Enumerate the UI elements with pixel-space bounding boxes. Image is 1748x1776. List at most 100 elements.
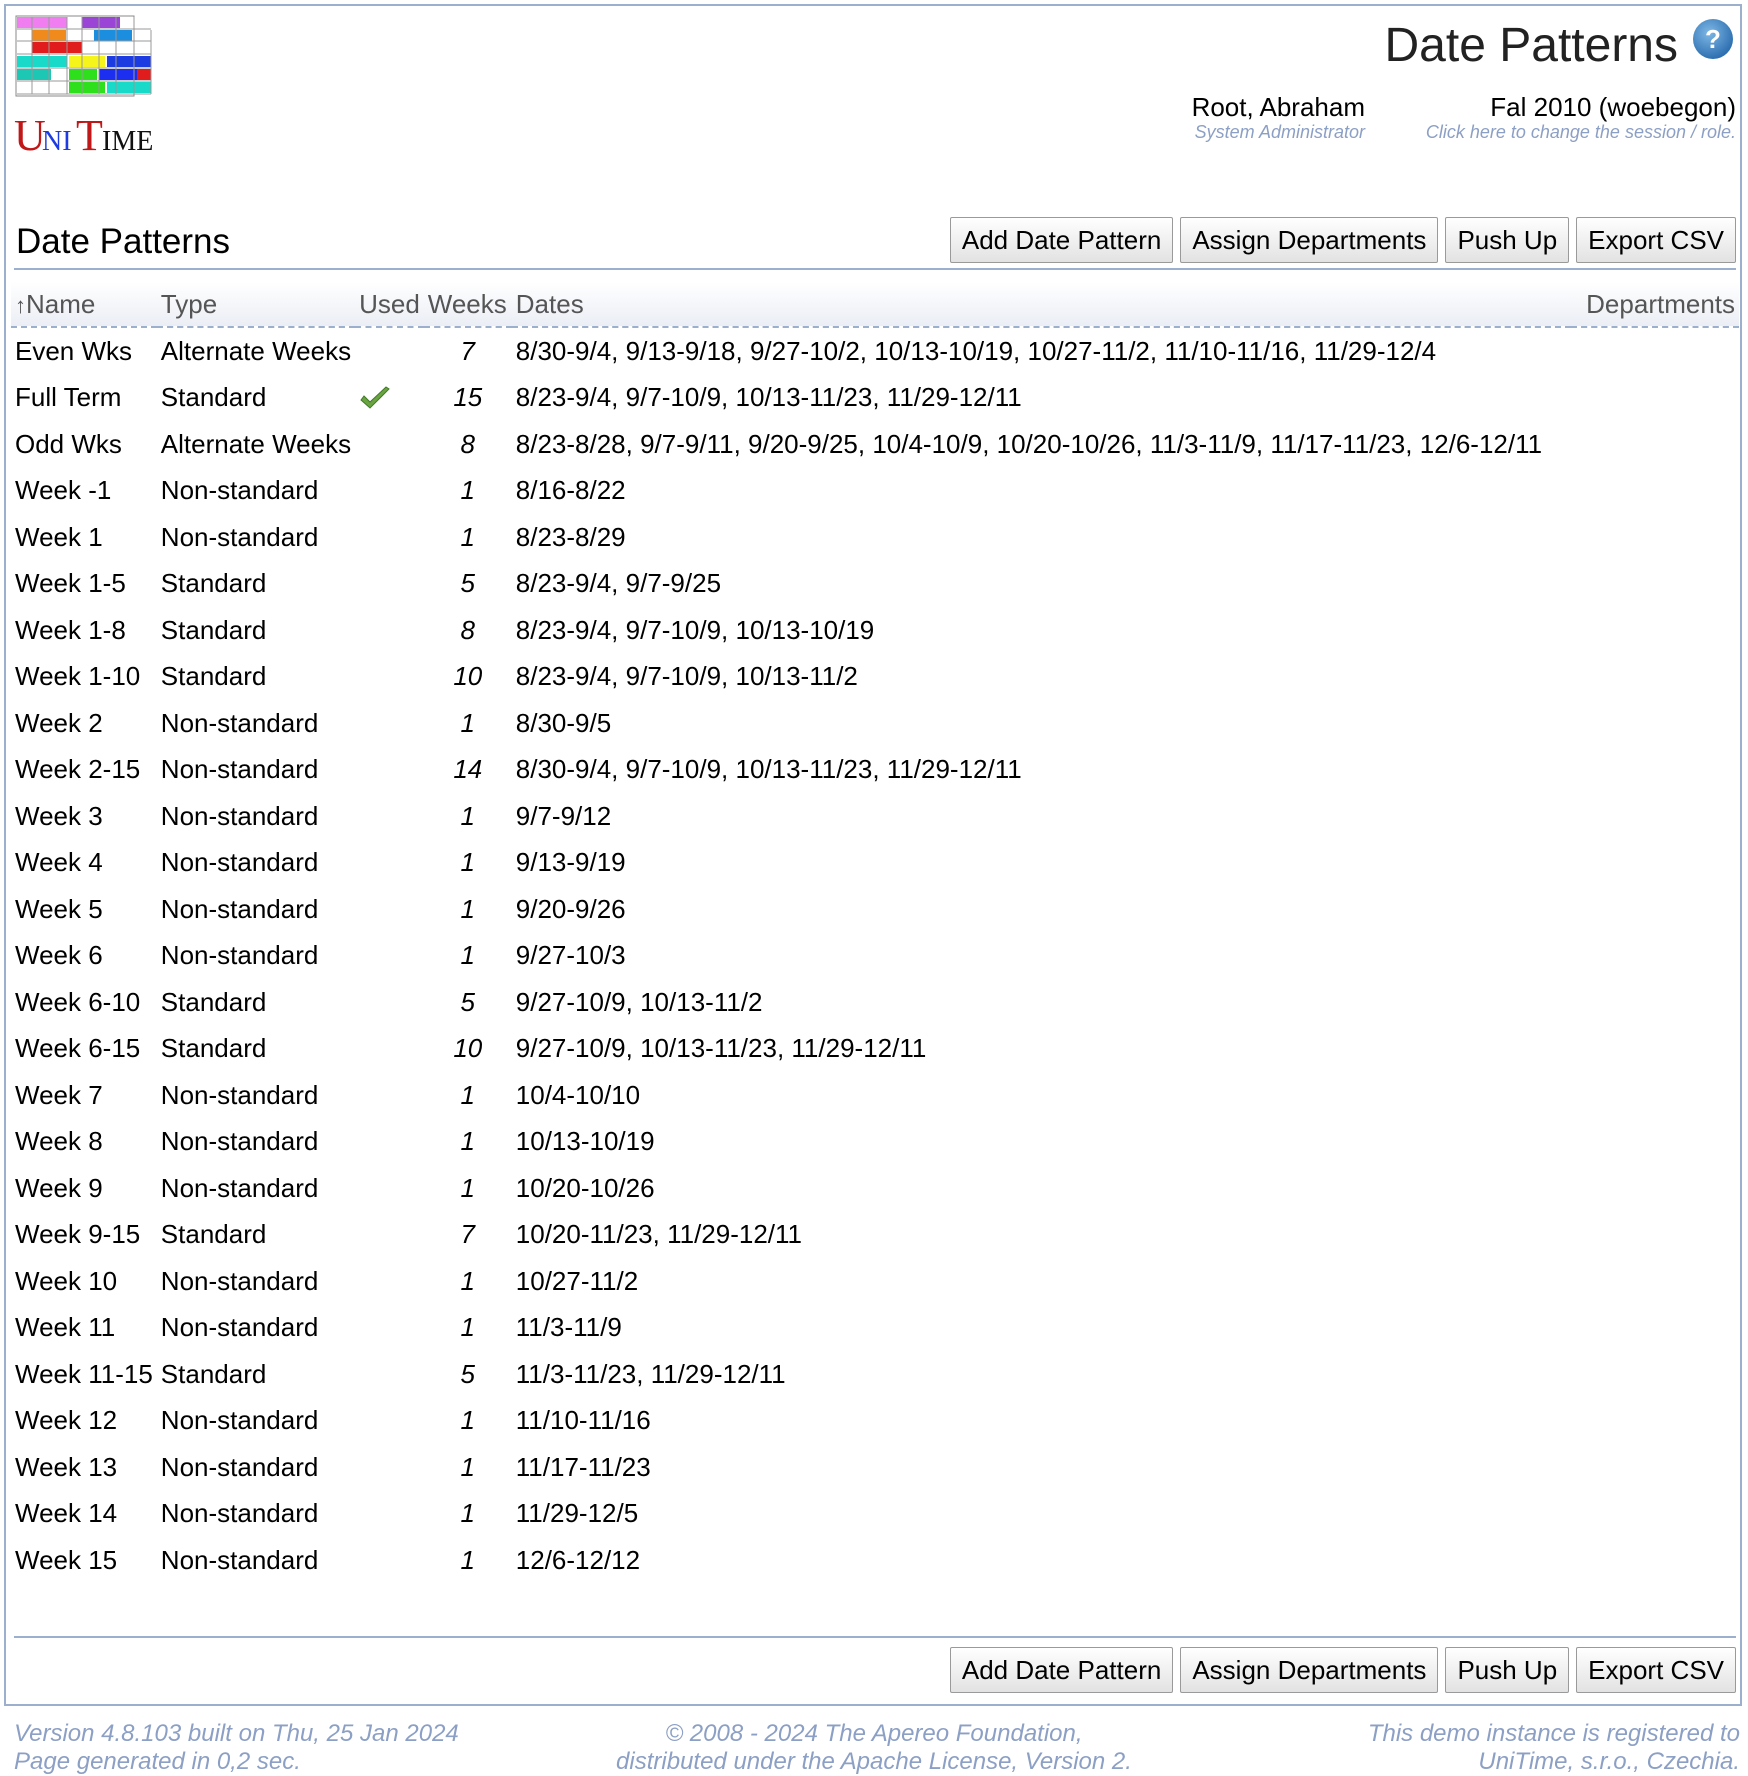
cell-name: Week 14 xyxy=(15,1498,118,1529)
table-row[interactable]: Full Term Standard 15 8/23-9/4, 9/7-10/9, 1… xyxy=(11,375,1739,422)
table-row[interactable]: Week 9-15 Standard 7 10/20-11/23, 11/29-12/… xyxy=(11,1212,1739,1259)
cell-used xyxy=(355,654,424,701)
footer-registration[interactable]: This demo instance is registered to UniT… xyxy=(1368,1720,1740,1776)
cell-weeks: 8 xyxy=(460,428,476,459)
cell-weeks: 1 xyxy=(460,940,476,971)
table-row[interactable]: Week 1 Non-standard 1 8/23-8/29 xyxy=(11,514,1739,561)
cell-type: Standard xyxy=(160,661,267,692)
cell-weeks: 1 xyxy=(460,1498,476,1529)
table-row[interactable]: Week 13 Non-standard 1 11/17-11/23 xyxy=(11,1444,1739,1491)
unitime-logo[interactable]: U NI T IME xyxy=(14,14,176,174)
logo-grid-icon: U NI T IME xyxy=(14,15,153,160)
page-title: Date Patterns xyxy=(1384,19,1678,72)
add-date-pattern-button[interactable]: Add Date Pattern xyxy=(949,217,1174,263)
table-row[interactable]: Week 5 Non-standard 1 9/20-9/26 xyxy=(11,886,1739,933)
table-row[interactable]: Even Wks Alternate Weeks 7 8/30-9/4, 9/13-9… xyxy=(11,327,1739,375)
cell-departments xyxy=(1571,1444,1739,1491)
cell-departments xyxy=(1571,1351,1739,1398)
table-row[interactable]: Week 11 Non-standard 1 11/3-11/9 xyxy=(11,1305,1739,1352)
user-info[interactable]: Root, Abraham System Administrator xyxy=(1192,92,1365,142)
help-icon[interactable]: ? xyxy=(1692,18,1734,60)
cell-name: Week 4 xyxy=(15,847,103,878)
export-csv-button[interactable]: Export CSV xyxy=(1576,217,1736,263)
cell-weeks: 15 xyxy=(453,382,483,413)
session-hint[interactable]: Click here to change the session / role. xyxy=(1426,122,1736,142)
table-row[interactable]: Week 8 Non-standard 1 10/13-10/19 xyxy=(11,1119,1739,1166)
cell-name: Week 2 xyxy=(15,707,103,738)
add-date-pattern-button[interactable]: Add Date Pattern xyxy=(949,1647,1174,1693)
cell-dates: 11/3-11/23, 11/29-12/11 xyxy=(515,1358,786,1389)
cell-departments xyxy=(1571,654,1739,701)
table-row[interactable]: Week 1-8 Standard 8 8/23-9/4, 9/7-10/9, 10/… xyxy=(11,607,1739,654)
table-row[interactable]: Week -1 Non-standard 1 8/16-8/22 xyxy=(11,468,1739,515)
cell-weeks: 1 xyxy=(460,475,476,506)
cell-name: Even Wks xyxy=(15,335,133,366)
table-row[interactable]: Week 10 Non-standard 1 10/27-11/2 xyxy=(11,1258,1739,1305)
cell-weeks: 1 xyxy=(460,521,476,552)
cell-name: Week 6-10 xyxy=(15,986,141,1017)
table-row[interactable]: Week 2-15 Non-standard 14 8/30-9/4, 9/7-10/… xyxy=(11,747,1739,794)
table-row[interactable]: Week 15 Non-standard 1 12/6-12/12 xyxy=(11,1537,1739,1584)
push-up-button[interactable]: Push Up xyxy=(1445,217,1570,263)
cell-departments xyxy=(1571,1305,1739,1352)
session-info[interactable]: Fal 2010 (woebegon) Click here to change… xyxy=(1426,92,1736,142)
column-header-weeks[interactable]: Weeks xyxy=(423,282,512,328)
assign-departments-button[interactable]: Assign Departments xyxy=(1180,217,1439,263)
cell-type: Standard xyxy=(160,382,267,413)
cell-type: Standard xyxy=(160,1219,267,1250)
cell-weeks: 1 xyxy=(460,1451,476,1482)
column-header-used[interactable]: Used xyxy=(355,282,424,328)
column-header-type[interactable]: Type xyxy=(156,282,356,328)
table-row[interactable]: Week 6-15 Standard 10 9/27-10/9, 10/13-11/2… xyxy=(11,1026,1739,1073)
cell-weeks: 1 xyxy=(460,1265,476,1296)
table-row[interactable]: Week 14 Non-standard 1 11/29-12/5 xyxy=(11,1491,1739,1538)
cell-weeks: 1 xyxy=(460,1172,476,1203)
table-row[interactable]: Week 2 Non-standard 1 8/30-9/5 xyxy=(11,700,1739,747)
cell-departments xyxy=(1571,1212,1739,1259)
push-up-button[interactable]: Push Up xyxy=(1445,1647,1570,1693)
cell-departments xyxy=(1571,979,1739,1026)
table-row[interactable]: Week 4 Non-standard 1 9/13-9/19 xyxy=(11,840,1739,887)
cell-dates: 10/20-10/26 xyxy=(515,1172,655,1203)
cell-departments xyxy=(1571,375,1739,422)
table-row[interactable]: Week 6-10 Standard 5 9/27-10/9, 10/13-11/2 xyxy=(11,979,1739,1026)
table-row[interactable]: Week 6 Non-standard 1 9/27-10/3 xyxy=(11,933,1739,980)
session-name: Fal 2010 (woebegon) xyxy=(1490,92,1736,122)
cell-used xyxy=(355,1212,424,1259)
cell-departments xyxy=(1571,700,1739,747)
cell-departments xyxy=(1571,747,1739,794)
assign-departments-button[interactable]: Assign Departments xyxy=(1180,1647,1439,1693)
table-row[interactable]: Odd Wks Alternate Weeks 8 8/23-8/28, 9/7-9/… xyxy=(11,421,1739,468)
registered-text: This demo instance is registered to xyxy=(1367,1720,1740,1747)
column-header-name[interactable]: ↑Name xyxy=(11,282,157,328)
export-csv-button[interactable]: Export CSV xyxy=(1576,1647,1736,1693)
column-header-departments[interactable]: Departments xyxy=(1571,282,1739,328)
user-name: Root, Abraham xyxy=(1191,92,1365,122)
cell-used xyxy=(355,700,424,747)
cell-used xyxy=(355,1537,424,1584)
cell-weeks: 10 xyxy=(453,1033,483,1064)
cell-used xyxy=(355,886,424,933)
cell-dates: 10/4-10/10 xyxy=(515,1079,641,1110)
user-role: System Administrator xyxy=(1194,122,1365,142)
cell-name: Week 5 xyxy=(15,893,103,924)
cell-used xyxy=(355,561,424,608)
cell-used xyxy=(355,1165,424,1212)
cell-used xyxy=(355,1258,424,1305)
cell-type: Non-standard xyxy=(160,1451,319,1482)
cell-name: Week 6 xyxy=(15,940,103,971)
table-row[interactable]: Week 1-5 Standard 5 8/23-9/4, 9/7-9/25 xyxy=(11,561,1739,608)
cell-dates: 8/30-9/5 xyxy=(515,707,612,738)
column-header-dates[interactable]: Dates xyxy=(511,282,1571,328)
cell-name: Week 9-15 xyxy=(15,1219,141,1250)
table-row[interactable]: Week 12 Non-standard 1 11/10-11/16 xyxy=(11,1398,1739,1445)
cell-used xyxy=(355,747,424,794)
cell-type: Non-standard xyxy=(160,847,319,878)
table-row[interactable]: Week 3 Non-standard 1 9/7-9/12 xyxy=(11,793,1739,840)
table-row[interactable]: Week 1-10 Standard 10 8/23-9/4, 9/7-10/9, 1… xyxy=(11,654,1739,701)
cell-weeks: 1 xyxy=(460,1405,476,1436)
table-row[interactable]: Week 7 Non-standard 1 10/4-10/10 xyxy=(11,1072,1739,1119)
table-row[interactable]: Week 11-15 Standard 5 11/3-11/23, 11/29-12/… xyxy=(11,1351,1739,1398)
cell-dates: 11/17-11/23 xyxy=(515,1451,651,1482)
table-row[interactable]: Week 9 Non-standard 1 10/20-10/26 xyxy=(11,1165,1739,1212)
